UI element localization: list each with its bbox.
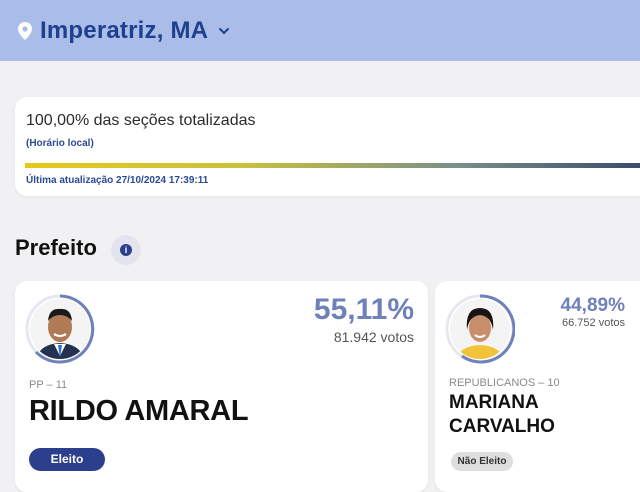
local-time-note: (Horário local) xyxy=(26,138,94,149)
totalization-status-card: 100,00% das seções totalizadas (Horário … xyxy=(15,97,640,196)
header-bar: Imperatriz, MA xyxy=(0,0,640,61)
candidate-name: RILDO AMARAL xyxy=(29,395,249,427)
last-update-text: Última atualização 27/10/2024 17:39:11 xyxy=(26,175,209,186)
elected-badge: Eleito xyxy=(29,448,105,471)
chevron-down-icon[interactable] xyxy=(218,26,230,36)
party-number: REPUBLICANOS – 10 xyxy=(449,377,560,389)
city-selector[interactable]: Imperatriz, MA xyxy=(40,17,208,45)
party-number: PP – 11 xyxy=(29,379,68,391)
info-button[interactable]: i xyxy=(111,235,141,265)
avatar xyxy=(445,294,515,364)
candidate-card[interactable]: 55,11% 81.942 votos PP – 11 RILDO AMARAL… xyxy=(15,281,428,492)
vote-percentage: 44,89% xyxy=(560,295,625,316)
vote-count: 66.752 votos xyxy=(562,317,625,329)
not-elected-badge: Não Eleito xyxy=(451,452,513,471)
section-title: Prefeito xyxy=(15,235,97,260)
info-icon: i xyxy=(120,244,132,256)
candidate-name: MARIANA CARVALHO xyxy=(449,392,555,437)
avatar xyxy=(25,294,95,364)
vote-count: 81.942 votos xyxy=(333,329,414,345)
vote-percentage: 55,11% xyxy=(313,293,414,326)
totalization-progress-bar xyxy=(25,163,640,168)
map-pin-icon xyxy=(18,21,32,40)
candidate-card[interactable]: 44,89% 66.752 votos REPUBLICANOS – 10 MA… xyxy=(435,281,640,492)
sections-totalized-text: 100,00% das seções totalizadas xyxy=(26,112,256,129)
